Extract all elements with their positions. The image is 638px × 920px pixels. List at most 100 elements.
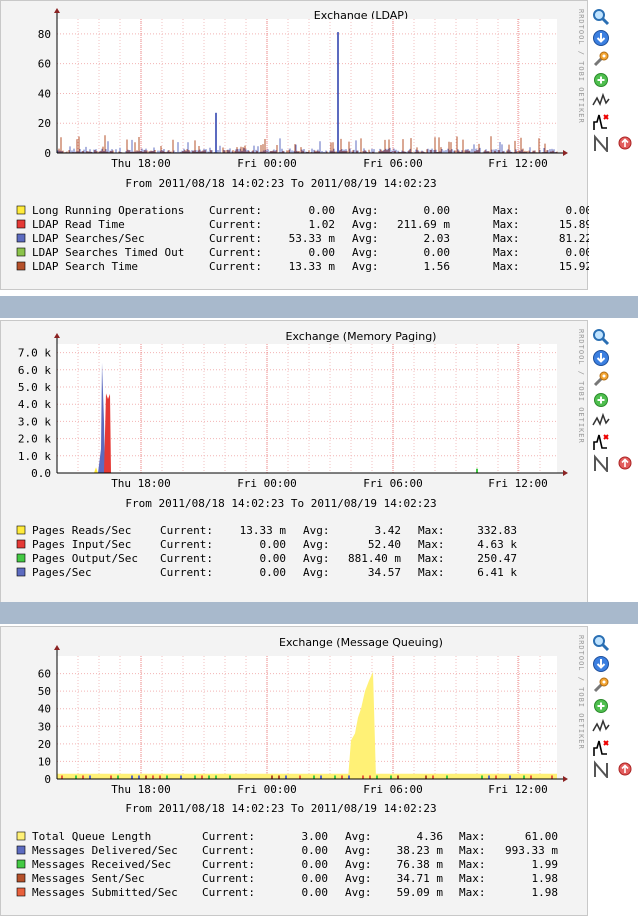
rrdtool-label: RRDTOOL / TOBI OETIKER <box>577 9 585 124</box>
chart-title: Exchange (Message Queuing) <box>279 636 443 649</box>
y-tick-label: 40 <box>38 87 51 100</box>
legend-avg-label: Avg: <box>345 886 372 899</box>
download-icon[interactable] <box>592 29 610 47</box>
legend-swatch <box>16 845 26 855</box>
legend-max-value: 1.99 <box>532 858 559 871</box>
data-mark <box>446 775 448 779</box>
up-icon[interactable] <box>616 760 634 778</box>
data-mark <box>313 775 315 779</box>
legend-name: LDAP Search Time <box>32 260 138 273</box>
legend-current-value: 3.00 <box>302 830 329 843</box>
legend-max-value: 61.00 <box>525 830 558 843</box>
x-tick-label: Fri 00:00 <box>237 477 297 490</box>
y-tick-label: 0 <box>44 147 51 160</box>
legend-current-label: Current: <box>209 204 262 217</box>
x-axis-arrow <box>563 470 568 476</box>
legend-max-value: 15.92 <box>559 260 589 273</box>
download-icon[interactable] <box>592 655 610 673</box>
legend-name: Messages Delivered/Sec <box>32 844 178 857</box>
legend-max-value: 0.00 <box>566 246 590 259</box>
legend-avg-label: Avg: <box>345 844 372 857</box>
add-icon[interactable] <box>592 391 610 409</box>
legend-name: LDAP Searches/Sec <box>32 232 145 245</box>
legend-current-value: 0.00 <box>260 538 287 551</box>
data-mark <box>229 775 231 779</box>
data-mark <box>299 775 301 779</box>
y-axis-arrow <box>54 8 60 13</box>
y-tick-label: 6.0 k <box>18 364 51 377</box>
up-icon[interactable] <box>616 454 634 472</box>
x-tick-label: Fri 12:00 <box>488 477 548 490</box>
legend-name: LDAP Searches Timed Out <box>32 246 184 259</box>
add-icon[interactable] <box>592 697 610 715</box>
data-mark <box>61 775 63 779</box>
y-tick-label: 5.0 k <box>18 381 51 394</box>
data-mark <box>551 775 553 779</box>
y-tick-label: 0.0 <box>31 467 51 480</box>
legend-current-label: Current: <box>202 886 255 899</box>
legend-current-label: Current: <box>209 232 262 245</box>
data-mark <box>362 775 364 779</box>
y-tick-label: 2.0 k <box>18 433 51 446</box>
data-mark <box>369 775 371 779</box>
up-icon[interactable] <box>616 134 634 152</box>
realtime-icon[interactable] <box>592 760 610 778</box>
legend-avg-label: Avg: <box>352 246 379 259</box>
data-mark <box>75 775 77 779</box>
legend-swatch <box>16 539 26 549</box>
data-mark <box>201 775 203 779</box>
legend-avg-value: 34.71 m <box>397 872 444 885</box>
realtime-icon[interactable] <box>592 454 610 472</box>
legend-avg-label: Avg: <box>345 830 372 843</box>
graph-icon[interactable] <box>592 412 610 430</box>
data-mark <box>320 775 322 779</box>
add-icon[interactable] <box>592 71 610 89</box>
legend-avg-value: 0.00 <box>424 246 451 259</box>
legend-current-value: 1.02 <box>309 218 336 231</box>
rrdtool-label: RRDTOOL / TOBI OETIKER <box>577 329 585 444</box>
legend-swatch <box>16 247 26 257</box>
legend-current-label: Current: <box>160 524 213 537</box>
graph-icon[interactable] <box>592 718 610 736</box>
legend-max-label: Max: <box>459 844 486 857</box>
data-mark <box>110 775 112 779</box>
spike-icon[interactable] <box>592 433 610 451</box>
zoom-icon[interactable] <box>592 8 610 26</box>
zoom-icon[interactable] <box>592 328 610 346</box>
x-tick-label: Fri 12:00 <box>488 783 548 796</box>
date-range: From 2011/08/18 14:02:23 To 2011/08/19 1… <box>125 177 436 190</box>
legend-current-value: 0.00 <box>260 552 287 565</box>
spike-icon[interactable] <box>592 739 610 757</box>
zoom-icon[interactable] <box>592 634 610 652</box>
legend-max-label: Max: <box>418 566 445 579</box>
legend-max-value: 1.98 <box>532 872 559 885</box>
x-tick-label: Fri 00:00 <box>237 157 297 170</box>
settings-icon[interactable] <box>592 676 610 694</box>
legend-swatch <box>16 553 26 563</box>
legend-current-value: 0.00 <box>302 858 329 871</box>
data-mark <box>89 775 91 779</box>
download-icon[interactable] <box>592 349 610 367</box>
legend-avg-value: 52.40 <box>368 538 401 551</box>
date-range: From 2011/08/18 14:02:23 To 2011/08/19 1… <box>125 802 436 815</box>
graph-icon[interactable] <box>592 92 610 110</box>
data-mark <box>376 775 378 779</box>
data-mark <box>334 775 336 779</box>
legend-avg-value: 0.00 <box>424 204 451 217</box>
data-mark <box>523 775 525 779</box>
settings-icon[interactable] <box>592 370 610 388</box>
y-tick-label: 20 <box>38 117 51 130</box>
legend-max-value: 250.47 <box>477 552 517 565</box>
legend-avg-label: Avg: <box>303 552 330 565</box>
realtime-icon[interactable] <box>592 134 610 152</box>
legend-avg-label: Avg: <box>352 204 379 217</box>
graph-toolbar-ldap <box>592 8 632 155</box>
legend-max-label: Max: <box>459 886 486 899</box>
x-tick-label: Thu 18:00 <box>111 783 171 796</box>
legend-avg-label: Avg: <box>352 218 379 231</box>
settings-icon[interactable] <box>592 50 610 68</box>
graph-toolbar-memory-paging <box>592 328 632 475</box>
y-tick-label: 60 <box>38 58 51 71</box>
spike-icon[interactable] <box>592 113 610 131</box>
x-tick-label: Fri 06:00 <box>363 783 423 796</box>
